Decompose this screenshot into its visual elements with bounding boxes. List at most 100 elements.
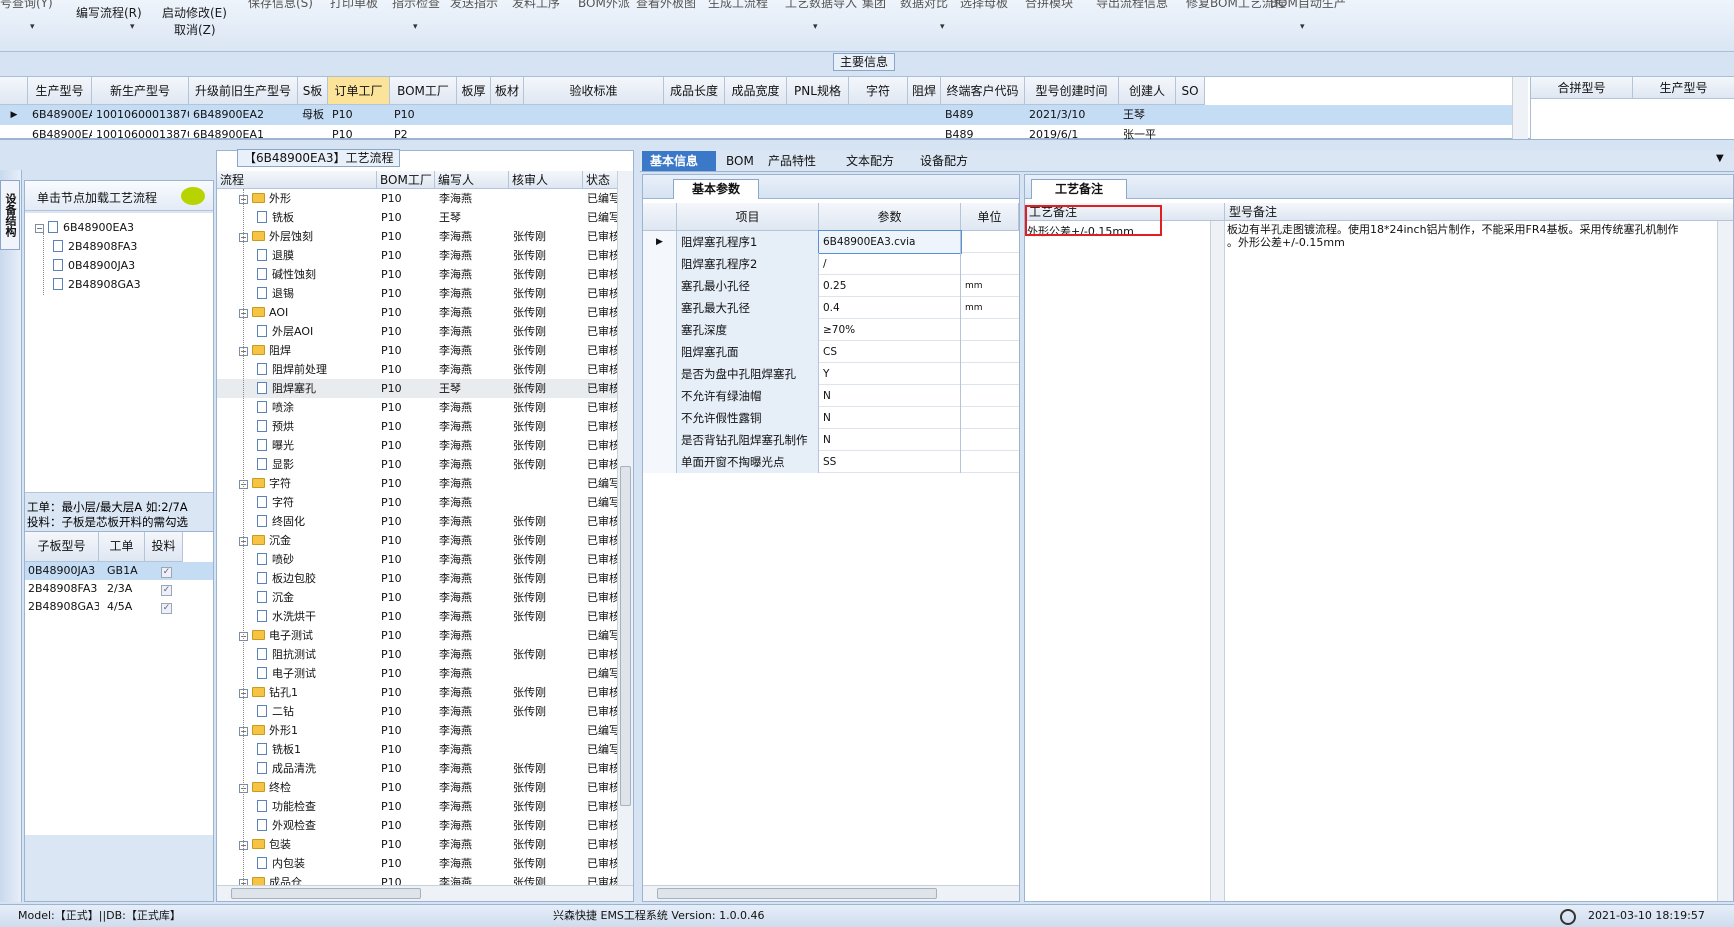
flow-node[interactable]: 成品清洗 bbox=[257, 759, 397, 778]
param-value-cell[interactable]: / bbox=[819, 253, 961, 275]
flow-row[interactable]: − 钻孔1 P10 李海燕 张传刚 已审核 bbox=[217, 683, 617, 702]
flow-row[interactable]: − 外层蚀刻 P10 李海燕 张传刚 已审核 bbox=[217, 227, 617, 246]
ribbon-item-9[interactable]: 工艺数据导入 bbox=[785, 0, 857, 11]
basic-params-tab[interactable]: 基本参数 bbox=[673, 179, 759, 199]
top-col-header-15[interactable]: 型号创建时间 bbox=[1025, 77, 1119, 105]
flow-row[interactable]: 外层AOI P10 李海燕 张传刚 已审核 bbox=[217, 322, 617, 341]
top-col-header-9[interactable]: 成品长度 bbox=[664, 77, 725, 105]
top-grid-cell[interactable]: 10010600013870 bbox=[92, 125, 189, 145]
chevron-down-icon[interactable]: ▾ bbox=[130, 22, 135, 32]
param-row[interactable]: 单面开窗不掏曝光点 SS bbox=[643, 451, 1019, 473]
flow-node[interactable]: 喷砂 bbox=[257, 550, 397, 569]
param-value-cell[interactable]: ≥70% bbox=[819, 319, 961, 341]
flow-node[interactable]: − 沉金 bbox=[239, 531, 379, 550]
param-value-cell[interactable]: CS bbox=[819, 341, 961, 363]
ribbon-item-14[interactable]: 导出流程信息 bbox=[1096, 0, 1168, 11]
flow-row[interactable]: − 字符 P10 李海燕 已编写 bbox=[217, 474, 617, 493]
chevron-down-icon[interactable]: ▼ bbox=[1716, 153, 1724, 164]
top-col-header-5[interactable]: BOM工厂 bbox=[390, 77, 457, 105]
model-notes-vscroll[interactable] bbox=[1717, 221, 1733, 901]
top-col-header-14[interactable]: 终端客户代码 bbox=[941, 77, 1025, 105]
collapse-icon[interactable]: − bbox=[35, 224, 44, 233]
model-note-text[interactable]: 板边有半孔走图镀流程。使用18*24inch铝片制作，不能采用FR4基板。采用传… bbox=[1227, 223, 1707, 249]
flow-row[interactable]: 字符 P10 李海燕 已编写 bbox=[217, 493, 617, 512]
flow-row[interactable]: − 电子测试 P10 李海燕 已编写 bbox=[217, 626, 617, 645]
detail-tab-2[interactable]: 产品特性 bbox=[760, 151, 836, 171]
flow-row[interactable]: − 外形 P10 李海燕 已编写 bbox=[217, 189, 617, 208]
flow-node[interactable]: − 成品仓 bbox=[239, 873, 379, 885]
cancel-button[interactable]: 取消(Z) bbox=[174, 21, 216, 38]
flow-node[interactable]: 阻焊前处理 bbox=[257, 360, 397, 379]
flow-col-header-3[interactable]: 核审人 bbox=[509, 171, 583, 189]
feed-checkbox[interactable]: ✓ bbox=[157, 580, 177, 598]
flow-row[interactable]: 退锡 P10 李海燕 张传刚 已审核 bbox=[217, 284, 617, 303]
param-value-cell[interactable]: 6B48900EA3.cvia bbox=[818, 230, 962, 254]
write-flow-button[interactable]: 编写流程(R) bbox=[76, 4, 142, 21]
detail-tab-0[interactable]: 基本信息 bbox=[642, 151, 716, 171]
work-order-header[interactable]: 工单 bbox=[99, 532, 145, 562]
flow-node[interactable]: 水洗烘干 bbox=[257, 607, 397, 626]
top-col-header-16[interactable]: 创建人 bbox=[1119, 77, 1176, 105]
top-grid-cell[interactable]: 6B48900EA3 bbox=[28, 105, 92, 125]
flow-row[interactable]: 功能检查 P10 李海燕 张传刚 已审核 bbox=[217, 797, 617, 816]
ribbon-item-3[interactable]: 指示检查 bbox=[392, 0, 440, 11]
flow-node[interactable]: − 外层蚀刻 bbox=[239, 227, 379, 246]
flow-row[interactable]: 预烘 P10 李海燕 张传刚 已审核 bbox=[217, 417, 617, 436]
flow-row[interactable]: 铣板 P10 王琴 已编写 bbox=[217, 208, 617, 227]
chevron-down-icon[interactable]: ▾ bbox=[813, 22, 818, 32]
flow-node[interactable]: − 终检 bbox=[239, 778, 379, 797]
top-col-header-6[interactable]: 板厚 bbox=[457, 77, 491, 105]
flow-row[interactable]: 阻焊前处理 P10 李海燕 张传刚 已审核 bbox=[217, 360, 617, 379]
param-row[interactable]: 塞孔深度 ≥70% bbox=[643, 319, 1019, 341]
flow-row[interactable]: 曝光 P10 李海燕 张传刚 已审核 bbox=[217, 436, 617, 455]
flow-node[interactable]: − 包装 bbox=[239, 835, 379, 854]
top-col-header-8[interactable]: 验收标准 bbox=[524, 77, 664, 105]
top-col-header-1[interactable]: 新生产型号 bbox=[92, 77, 189, 105]
flow-node[interactable]: 外观检查 bbox=[257, 816, 397, 835]
unit-header[interactable]: 单位 bbox=[961, 203, 1019, 231]
flow-row[interactable]: 铣板1 P10 李海燕 已编写 bbox=[217, 740, 617, 759]
flow-node[interactable]: − 外形 bbox=[239, 189, 379, 208]
flow-row[interactable]: − 阻焊 P10 李海燕 张传刚 已审核 bbox=[217, 341, 617, 360]
flow-node[interactable]: 内包装 bbox=[257, 854, 397, 873]
flow-hscroll[interactable] bbox=[217, 885, 633, 901]
param-row[interactable]: ▶ 阻焊塞孔程序1 6B48900EA3.cvia bbox=[643, 230, 1019, 254]
chevron-down-icon[interactable]: ▾ bbox=[940, 22, 945, 32]
flow-node[interactable]: 功能检查 bbox=[257, 797, 397, 816]
param-row[interactable]: 是否背钻孔阻焊塞孔制作 N bbox=[643, 429, 1019, 451]
flow-row[interactable]: 退膜 P10 李海燕 张传刚 已审核 bbox=[217, 246, 617, 265]
checkbox-icon[interactable]: ✓ bbox=[161, 603, 172, 614]
flow-node[interactable]: − 电子测试 bbox=[239, 626, 379, 645]
top-grid-cell[interactable]: 6B48900EA3 bbox=[28, 125, 92, 145]
flow-node[interactable]: 曝光 bbox=[257, 436, 397, 455]
flow-row[interactable]: 喷砂 P10 李海燕 张传刚 已审核 bbox=[217, 550, 617, 569]
sub-board-row[interactable]: 2B48908GA3 4/5A ✓ bbox=[25, 598, 213, 616]
flow-row[interactable]: 碱性蚀刻 P10 李海燕 张传刚 已审核 bbox=[217, 265, 617, 284]
feed-header[interactable]: 投料 bbox=[145, 532, 183, 562]
top-col-header-3[interactable]: S板 bbox=[298, 77, 328, 105]
top-grid-vscroll[interactable] bbox=[1512, 77, 1528, 139]
top-grid-row[interactable]: ▶6B48900EA3100106000138706B48900EA2母板P10… bbox=[0, 105, 1512, 125]
top-grid-cell[interactable]: P10 bbox=[328, 125, 390, 145]
param-value-cell[interactable]: N bbox=[819, 385, 961, 407]
flow-row[interactable]: 电子测试 P10 李海燕 已编写 bbox=[217, 664, 617, 683]
equipment-structure-tab[interactable]: 设备结构 bbox=[0, 180, 20, 250]
top-grid-cell[interactable]: 王琴 bbox=[1119, 105, 1176, 125]
chevron-down-icon[interactable]: ▾ bbox=[413, 22, 418, 32]
top-col-header-12[interactable]: 字符 bbox=[849, 77, 908, 105]
checkbox-icon[interactable]: ✓ bbox=[161, 585, 172, 596]
production-model-header[interactable]: 生产型号 bbox=[1633, 77, 1734, 99]
flow-node[interactable]: 退锡 bbox=[257, 284, 397, 303]
detail-tab-1[interactable]: BOM bbox=[718, 151, 758, 171]
flow-row[interactable]: 成品清洗 P10 李海燕 张传刚 已审核 bbox=[217, 759, 617, 778]
item-header[interactable]: 项目 bbox=[677, 203, 819, 231]
top-grid-cell[interactable]: 2021/3/10 bbox=[1025, 105, 1119, 125]
flow-row[interactable]: − 成品仓 P10 李海燕 张传刚 已审核 bbox=[217, 873, 617, 885]
params-hscroll[interactable] bbox=[643, 885, 1019, 901]
param-row[interactable]: 阻焊塞孔面 CS bbox=[643, 341, 1019, 363]
feed-checkbox[interactable]: ✓ bbox=[157, 562, 177, 580]
param-row[interactable]: 阻焊塞孔程序2/ bbox=[643, 253, 1019, 275]
detail-tab-4[interactable]: 设备配方 bbox=[912, 151, 988, 171]
flow-row[interactable]: 二钻 P10 李海燕 张传刚 已审核 bbox=[217, 702, 617, 721]
top-grid-cell[interactable]: 6B48900EA2 bbox=[189, 105, 298, 125]
